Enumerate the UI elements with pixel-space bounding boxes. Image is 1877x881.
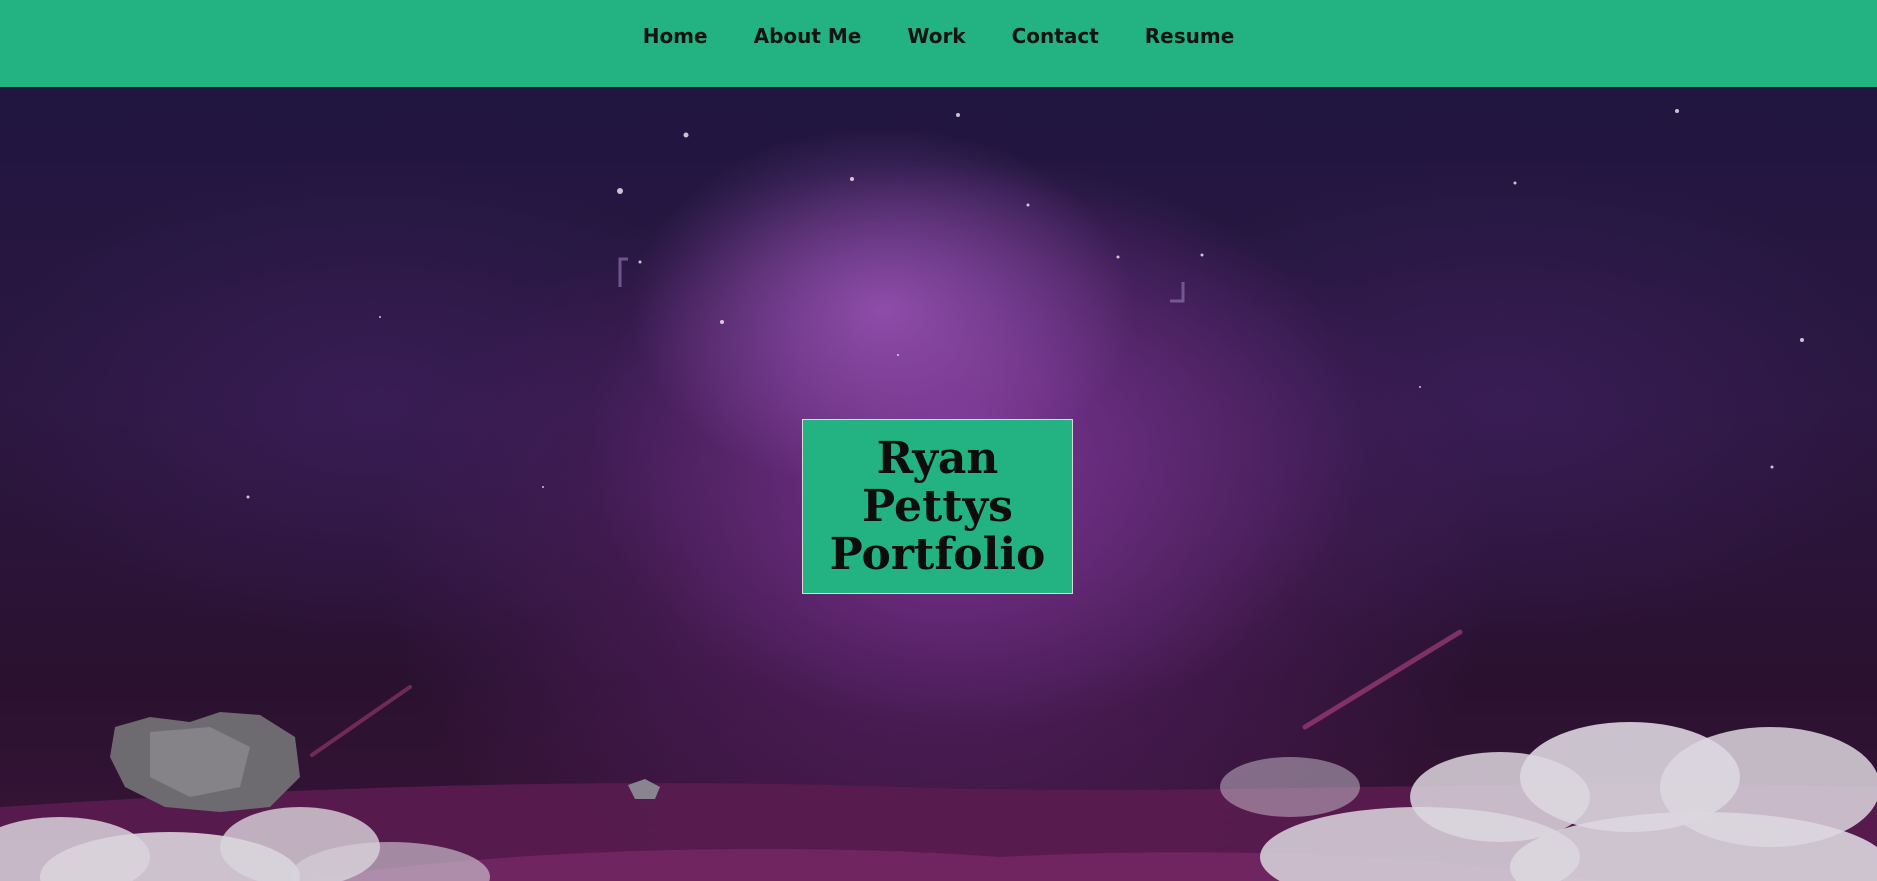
- nav-menu: Home About Me Work Contact Resume: [620, 22, 1258, 50]
- hero-title-box: Ryan Pettys Portfolio: [802, 419, 1073, 594]
- title-line-2: Portfolio: [829, 528, 1046, 580]
- nav-home-link[interactable]: Home: [620, 22, 731, 50]
- nav-work-link[interactable]: Work: [884, 22, 988, 50]
- title-line-1: Ryan Pettys: [862, 432, 1013, 532]
- hero-background: Ryan Pettys Portfolio: [0, 87, 1877, 881]
- nav-about-link[interactable]: About Me: [731, 22, 885, 50]
- page-title: Ryan Pettys Portfolio: [803, 432, 1072, 580]
- nav-contact-link[interactable]: Contact: [989, 22, 1122, 50]
- nav-resume-link[interactable]: Resume: [1122, 22, 1258, 50]
- top-navbar: Home About Me Work Contact Resume: [0, 0, 1877, 87]
